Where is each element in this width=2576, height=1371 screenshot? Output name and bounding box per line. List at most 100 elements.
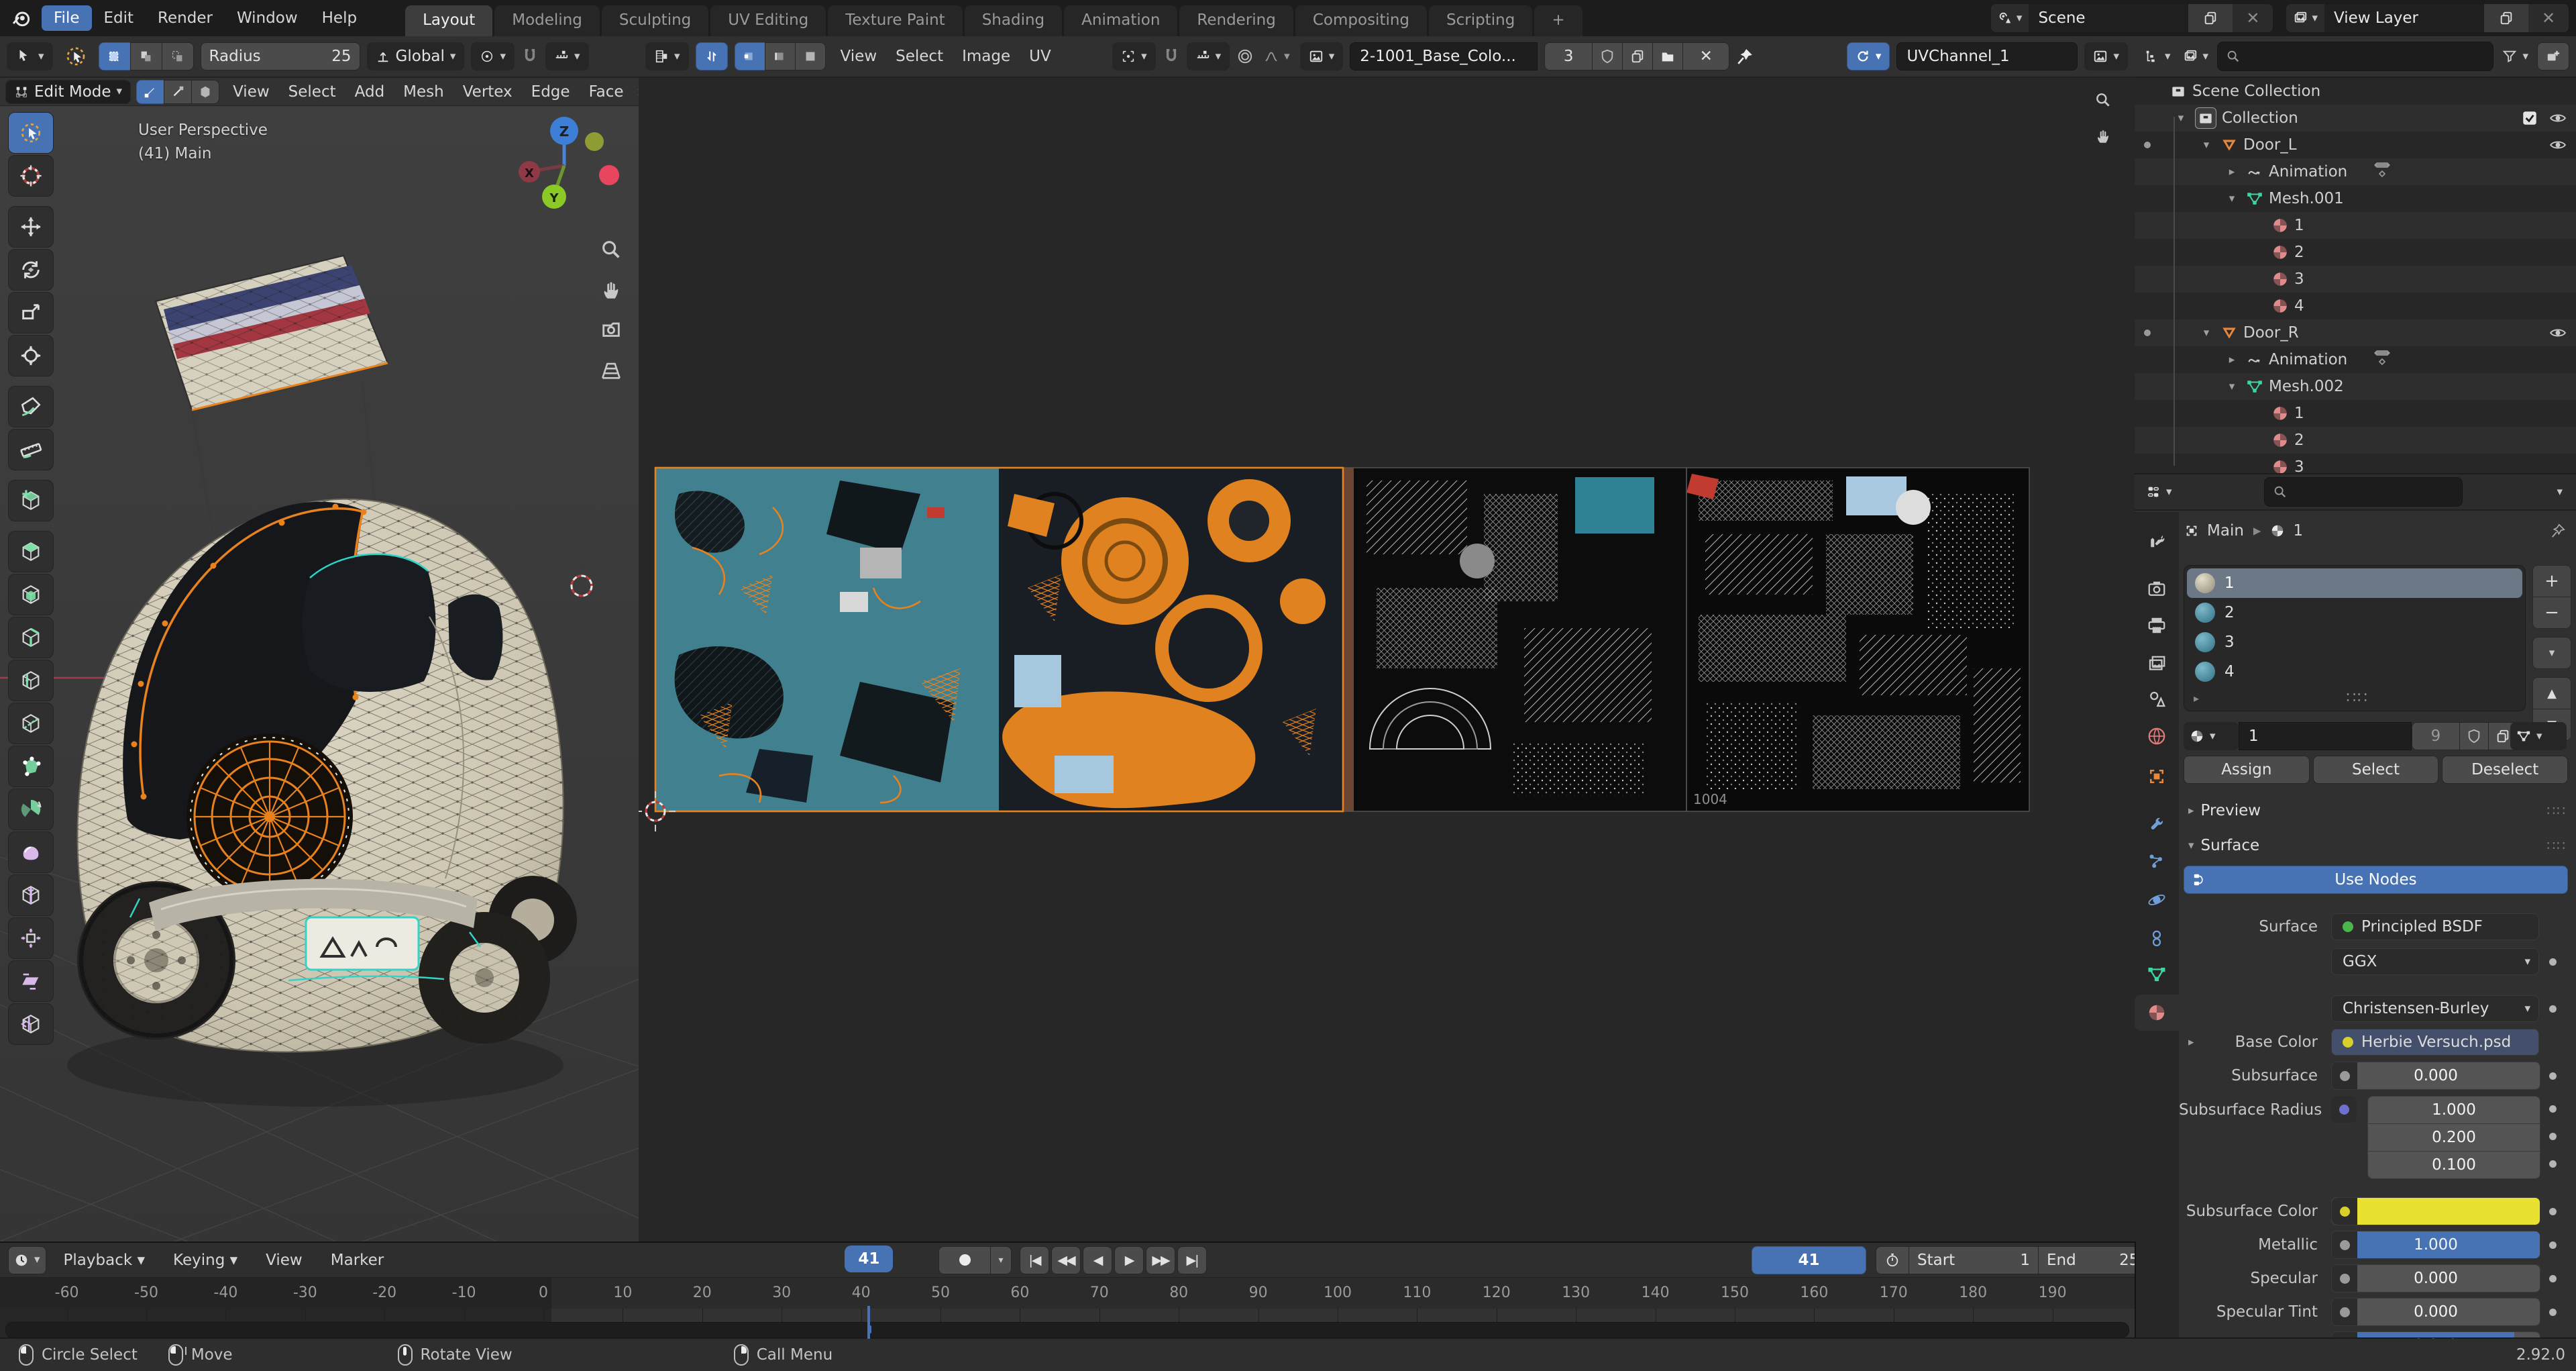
image-browse-dropdown[interactable]: ▾: [1300, 42, 1344, 70]
outliner-search-input[interactable]: [2217, 42, 2493, 71]
current-frame-field[interactable]: 41: [1752, 1246, 1866, 1274]
outliner-row-door-r[interactable]: ▾Door_R: [2135, 319, 2576, 346]
distribution-select[interactable]: GGX▾: [2331, 948, 2539, 975]
inset-faces-tool-button[interactable]: [8, 574, 54, 615]
properties-tab-scene[interactable]: [2135, 681, 2179, 717]
uv-edge-select-button[interactable]: [765, 42, 796, 70]
outliner-row-1[interactable]: 1: [2135, 212, 2576, 239]
properties-tab-tool[interactable]: [2135, 521, 2179, 558]
move-tool-button[interactable]: [8, 206, 54, 248]
zoom-icon[interactable]: [2094, 91, 2112, 109]
properties-tab-material[interactable]: [2135, 995, 2179, 1031]
image-name-field[interactable]: 2-1001_Base_Colo...: [1350, 42, 1538, 70]
outliner-row-collection[interactable]: ▾Collection: [2135, 105, 2576, 132]
start-frame-field[interactable]: Start1: [1909, 1246, 2039, 1274]
viewport-menu-edge[interactable]: Edge: [523, 81, 578, 103]
material-browse-dropdown[interactable]: ▾: [2184, 722, 2239, 750]
animate-dot[interactable]: [2549, 1005, 2557, 1013]
material-users-count[interactable]: 9: [2412, 722, 2460, 750]
animate-dot[interactable]: [2549, 1105, 2557, 1113]
expand-caret[interactable]: ▾: [2198, 326, 2215, 340]
outliner-row-4[interactable]: 4: [2135, 293, 2576, 319]
edge-slide-tool-button[interactable]: [8, 874, 54, 916]
menu-file[interactable]: File: [42, 5, 92, 31]
outliner-display-mode-dropdown[interactable]: ▾: [2180, 42, 2212, 70]
end-frame-field[interactable]: End250: [2038, 1246, 2136, 1274]
timeline-scrollbar[interactable]: [5, 1322, 2129, 1338]
properties-tab-constraints[interactable]: [2135, 921, 2179, 957]
select-mode-set[interactable]: [99, 42, 131, 70]
edge-select-button[interactable]: [164, 80, 192, 104]
scene-name[interactable]: Scene: [2029, 4, 2188, 32]
base-color-texture-field[interactable]: Herbie Versuch.psd: [2331, 1029, 2539, 1056]
visibility-eye-icon[interactable]: [2549, 136, 2567, 154]
pin-icon[interactable]: [2551, 523, 2565, 538]
caret-right-icon[interactable]: ▸: [2194, 692, 2199, 705]
animate-dot[interactable]: [2549, 1309, 2557, 1316]
uv-pivot-dropdown[interactable]: ▾: [1112, 42, 1156, 70]
spin-tool-button[interactable]: [8, 789, 54, 830]
add-slot-button[interactable]: +: [2532, 565, 2571, 597]
loop-cut-tool-button[interactable]: [8, 660, 54, 701]
active-tool-dropdown[interactable]: ▾: [7, 42, 53, 70]
subsurface-radius-x[interactable]: 1.000: [2367, 1096, 2540, 1124]
outliner-row-2[interactable]: 2: [2135, 239, 2576, 266]
jump-to-start-button[interactable]: |◀: [1020, 1246, 1049, 1274]
shear-tool-button[interactable]: [8, 960, 54, 1002]
timeline-editor-dropdown[interactable]: ▾: [8, 1246, 46, 1274]
visibility-eye-icon[interactable]: [2549, 324, 2567, 342]
specular-slider[interactable]: 0.000: [2331, 1264, 2540, 1292]
view-layer-name[interactable]: View Layer: [2324, 4, 2484, 32]
annotate-tool-button[interactable]: [8, 386, 54, 427]
uv-vertex-select-button[interactable]: [735, 42, 765, 70]
vertex-select-button[interactable]: [136, 80, 164, 104]
circle-select-tool-button[interactable]: [8, 112, 54, 154]
menu-edit[interactable]: Edit: [92, 5, 146, 31]
outliner-row-door-l[interactable]: ▾Door_L: [2135, 132, 2576, 158]
mesh-data-dropdown[interactable]: ▾: [2510, 722, 2567, 750]
properties-search-input[interactable]: [2264, 477, 2463, 507]
auto-keying-record-button[interactable]: [938, 1246, 991, 1274]
subsurface-radius-y[interactable]: 0.200: [2367, 1123, 2540, 1152]
timeline-menu-marker[interactable]: Marker: [319, 1248, 396, 1273]
snap-target-dropdown[interactable]: ▾: [545, 42, 589, 70]
material-name-field[interactable]: 1: [2239, 722, 2412, 750]
viewport-menu-add[interactable]: Add: [347, 81, 393, 103]
outliner-row-2[interactable]: 2: [2135, 427, 2576, 454]
transform-tool-button[interactable]: [8, 335, 54, 376]
properties-tab-particles[interactable]: [2135, 844, 2179, 880]
metallic-slider[interactable]: 1.000: [2331, 1231, 2540, 1259]
outliner-editor-dropdown[interactable]: ▾: [2141, 42, 2174, 70]
preview-panel-header[interactable]: ▸ Preview ∷∷: [2179, 797, 2576, 825]
snap-magnet-icon[interactable]: [521, 48, 539, 65]
knife-tool-button[interactable]: [8, 703, 54, 744]
visibility-eye-icon[interactable]: [2549, 109, 2567, 127]
pin-icon[interactable]: [1736, 48, 1754, 65]
pivot-dropdown[interactable]: ▾: [471, 42, 515, 70]
uv-map-cycle-dropdown[interactable]: ▾: [1847, 42, 1890, 70]
animate-dot[interactable]: [2549, 1133, 2557, 1140]
preview-range-stopwatch-icon[interactable]: [1876, 1246, 1909, 1274]
material-slot-3[interactable]: 3: [2187, 627, 2522, 657]
animate-dot[interactable]: [2549, 1160, 2557, 1168]
fake-user-shield-icon[interactable]: [2459, 722, 2489, 750]
tab-rendering[interactable]: Rendering: [1179, 5, 1293, 36]
properties-tab-data[interactable]: [2135, 956, 2179, 993]
fake-user-shield-icon[interactable]: [1592, 42, 1623, 70]
uv-menu-view[interactable]: View: [833, 45, 885, 68]
extrude-region-tool-button[interactable]: [8, 531, 54, 572]
menu-render[interactable]: Render: [146, 5, 225, 31]
tab-layout[interactable]: Layout: [405, 5, 492, 36]
copy-icon[interactable]: [1622, 42, 1653, 70]
expand-caret[interactable]: ▸: [2223, 165, 2241, 179]
pan-hand-icon[interactable]: [600, 278, 623, 301]
outliner-row-scene-collection[interactable]: Scene Collection: [2135, 78, 2576, 105]
uv-menu-image[interactable]: Image: [954, 45, 1018, 68]
viewport-menu-vertex[interactable]: Vertex: [455, 81, 521, 103]
material-slot-4[interactable]: 4: [2187, 657, 2522, 687]
menu-help[interactable]: Help: [310, 5, 369, 31]
orientation-dropdown[interactable]: Global▾: [367, 42, 465, 70]
outliner-row-animation[interactable]: ▸Animation: [2135, 158, 2576, 185]
deselect-button[interactable]: Deselect: [2442, 756, 2568, 784]
timeline-menu-playback[interactable]: Playback ▾: [52, 1248, 157, 1273]
